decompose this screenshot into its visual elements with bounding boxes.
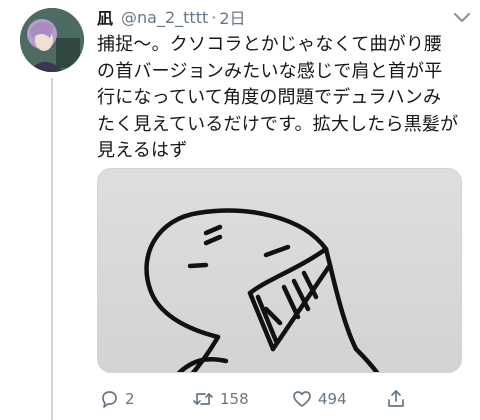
like-count: 494 bbox=[318, 390, 347, 408]
share-button[interactable] bbox=[386, 389, 406, 409]
retweet-button[interactable]: 158 bbox=[192, 389, 249, 409]
retweet-icon bbox=[193, 393, 213, 405]
reply-icon bbox=[102, 391, 117, 408]
display-name[interactable]: 凪 bbox=[97, 5, 113, 29]
tweet-header: 凪 @na_2_tttt · 2日 bbox=[97, 5, 475, 29]
thread-line bbox=[51, 78, 53, 420]
chevron-down-icon[interactable] bbox=[453, 10, 471, 24]
heart-icon bbox=[293, 391, 311, 407]
tweet: 凪 @na_2_tttt · 2日 捕捉〜。クソコラとかじゃなくて曲がり腰の首バ… bbox=[97, 6, 475, 165]
retweet-count: 158 bbox=[220, 390, 249, 408]
avatar[interactable] bbox=[20, 8, 84, 72]
tweet-image[interactable] bbox=[97, 168, 462, 373]
user-handle[interactable]: @na_2_tttt bbox=[121, 8, 208, 27]
timestamp[interactable]: 2日 bbox=[219, 5, 245, 29]
doodle-drawing bbox=[144, 208, 380, 372]
reply-button[interactable]: 2 bbox=[99, 389, 135, 409]
tweet-text: 捕捉〜。クソコラとかじゃなくて曲がり腰の首バージョンみたいな感じで肩と首が平行に… bbox=[97, 34, 459, 161]
share-icon bbox=[388, 390, 404, 407]
like-button[interactable]: 494 bbox=[292, 389, 347, 409]
separator-dot: · bbox=[211, 7, 217, 27]
tweet-actions: 2 158 494 bbox=[97, 385, 462, 413]
reply-count: 2 bbox=[125, 390, 135, 408]
